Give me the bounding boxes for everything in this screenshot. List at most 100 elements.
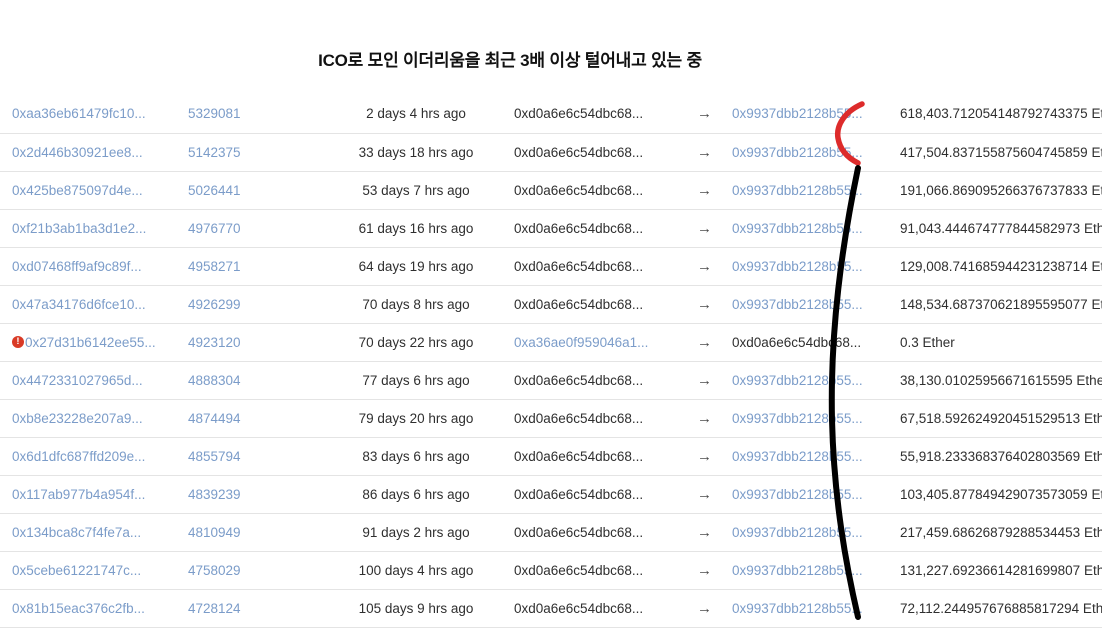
to-address-link[interactable]: 0x9937dbb2128b55... [732, 259, 863, 274]
block-number-link[interactable]: 4888304 [188, 373, 241, 388]
cell-value-ether: 131,227.69236614281699807 Ether [892, 551, 1102, 590]
from-address-text: 0xd0a6e6c54dbc68... [514, 182, 644, 198]
cell-txhash: 0xf21b3ab1ba3d1e2... [0, 209, 188, 248]
cell-to-address: 0x9937dbb2128b55... [732, 513, 892, 552]
cell-age: 70 days 8 hrs ago [318, 285, 514, 324]
arrow-right-icon: → [697, 333, 712, 351]
cell-block: 5329081 [188, 95, 318, 134]
block-number-link[interactable]: 5329081 [188, 106, 241, 121]
txhash-link[interactable]: 0x6d1dfc687ffd209e... [12, 449, 145, 464]
cell-txhash: 0x2d446b30921ee8... [0, 133, 188, 172]
arrow-right-icon: → [697, 485, 712, 503]
block-number-link[interactable]: 5026441 [188, 183, 241, 198]
cell-direction: → [677, 551, 732, 590]
txhash-link[interactable]: 0x4472331027965d... [12, 373, 143, 388]
cell-block: 4855794 [188, 437, 318, 476]
cell-direction: → [677, 133, 732, 172]
from-address-link[interactable]: 0xa36ae0f959046a1... [514, 335, 648, 350]
from-address-text: 0xd0a6e6c54dbc68... [514, 220, 644, 236]
arrow-right-icon: → [697, 523, 712, 541]
txhash-link[interactable]: 0xaa36eb61479fc10... [12, 106, 146, 121]
block-number-link[interactable]: 4958271 [188, 259, 241, 274]
cell-age: 2 days 4 hrs ago [318, 95, 514, 134]
to-address-link[interactable]: 0x9937dbb2128b55... [732, 601, 863, 616]
cell-age: 91 days 2 hrs ago [318, 513, 514, 552]
table-row: 0x6d1dfc687ffd209e... 4855794 83 days 6 hr… [0, 437, 1102, 476]
cell-age: 53 days 7 hrs ago [318, 171, 514, 210]
to-address-link[interactable]: 0x9937dbb2128b55... [732, 106, 863, 121]
table-row: 0x47a34176d6fce10... 4926299 70 days 8 hrs… [0, 285, 1102, 324]
arrow-right-icon: → [697, 181, 712, 199]
block-number-link[interactable]: 4855794 [188, 449, 241, 464]
cell-from-address: 0xd0a6e6c54dbc68... [514, 475, 677, 514]
table-row: 0x4472331027965d... 4888304 77 days 6 hrs … [0, 361, 1102, 400]
cell-direction: → [677, 589, 732, 628]
cell-to-address: 0x9937dbb2128b55... [732, 95, 892, 134]
cell-age: 79 days 20 hrs ago [318, 399, 514, 438]
from-address-text: 0xd0a6e6c54dbc68... [514, 562, 644, 578]
arrow-right-icon: → [697, 561, 712, 579]
txhash-link[interactable]: 0x81b15eac376c2fb... [12, 601, 145, 616]
block-number-link[interactable]: 5142375 [188, 145, 241, 160]
cell-value-ether: 191,066.869095266376737833 Ether [892, 171, 1102, 210]
transactions-table-body: 0xaa36eb61479fc10... 5329081 2 days 4 hrs … [0, 95, 1102, 628]
cell-block: 4810949 [188, 513, 318, 552]
block-number-link[interactable]: 4839239 [188, 487, 241, 502]
from-address-text: 0xd0a6e6c54dbc68... [514, 106, 644, 122]
table-row: 0x425be875097d4e... 5026441 53 days 7 hrs … [0, 171, 1102, 210]
cell-txhash: 0x27d31b6142ee55... [0, 323, 188, 362]
txhash-link[interactable]: 0x117ab977b4a954f... [12, 487, 145, 502]
cell-age: 77 days 6 hrs ago [318, 361, 514, 400]
txhash-link[interactable]: 0x27d31b6142ee55... [25, 335, 156, 350]
cell-to-address: 0x9937dbb2128b55... [732, 209, 892, 248]
cell-from-address: 0xd0a6e6c54dbc68... [514, 361, 677, 400]
cell-txhash: 0x134bca8c7f4fe7a... [0, 513, 188, 552]
arrow-right-icon: → [697, 409, 712, 427]
to-address-link[interactable]: 0x9937dbb2128b55... [732, 373, 863, 388]
txhash-link[interactable]: 0xf21b3ab1ba3d1e2... [12, 221, 146, 236]
cell-direction: → [677, 437, 732, 476]
cell-value-ether: 55,918.233368376402803569 Ether [892, 437, 1102, 476]
block-number-link[interactable]: 4923120 [188, 335, 241, 350]
to-address-link[interactable]: 0x9937dbb2128b55... [732, 525, 863, 540]
table-row: 0x5cebe61221747c... 4758029 100 days 4 hrs… [0, 551, 1102, 590]
to-address-link[interactable]: 0x9937dbb2128b55... [732, 411, 863, 426]
txhash-link[interactable]: 0xb8e23228e207a9... [12, 411, 143, 426]
block-number-link[interactable]: 4976770 [188, 221, 241, 236]
txhash-link[interactable]: 0x425be875097d4e... [12, 183, 143, 198]
cell-to-address: 0x9937dbb2128b55... [732, 551, 892, 590]
cell-to-address: 0x9937dbb2128b55... [732, 475, 892, 514]
block-number-link[interactable]: 4926299 [188, 297, 241, 312]
block-number-link[interactable]: 4758029 [188, 563, 241, 578]
to-address-link[interactable]: 0x9937dbb2128b55... [732, 183, 863, 198]
cell-value-ether: 417,504.837155875604745859 Ether [892, 133, 1102, 172]
cell-txhash: 0x5cebe61221747c... [0, 551, 188, 590]
to-address-link[interactable]: 0x9937dbb2128b55... [732, 145, 863, 160]
cell-value-ether: 129,008.741685944231238714 Ether [892, 247, 1102, 286]
cell-from-address: 0xd0a6e6c54dbc68... [514, 247, 677, 286]
cell-value-ether: 91,043.444674777844582973 Ether [892, 209, 1102, 248]
from-address-text: 0xd0a6e6c54dbc68... [514, 448, 644, 464]
txhash-link[interactable]: 0xd07468ff9af9c89f... [12, 259, 142, 274]
cell-txhash: 0x425be875097d4e... [0, 171, 188, 210]
to-address-link[interactable]: 0x9937dbb2128b55... [732, 487, 863, 502]
to-address-link[interactable]: 0x9937dbb2128b55... [732, 221, 863, 236]
block-number-link[interactable]: 4728124 [188, 601, 241, 616]
to-address-link[interactable]: 0x9937dbb2128b55... [732, 297, 863, 312]
arrow-right-icon: → [697, 105, 712, 123]
cell-block: 5142375 [188, 133, 318, 172]
to-address-link[interactable]: 0x9937dbb2128b55... [732, 449, 863, 464]
to-address-link[interactable]: 0x9937dbb2128b55... [732, 563, 863, 578]
txhash-link[interactable]: 0x47a34176d6fce10... [12, 297, 146, 312]
from-address-text: 0xd0a6e6c54dbc68... [514, 486, 644, 502]
cell-value-ether: 103,405.877849429073573059 Ether [892, 475, 1102, 514]
cell-direction: → [677, 285, 732, 324]
txhash-link[interactable]: 0x134bca8c7f4fe7a... [12, 525, 141, 540]
cell-from-address: 0xd0a6e6c54dbc68... [514, 133, 677, 172]
block-number-link[interactable]: 4874494 [188, 411, 241, 426]
block-number-link[interactable]: 4810949 [188, 525, 241, 540]
txhash-link[interactable]: 0x5cebe61221747c... [12, 563, 141, 578]
cell-from-address: 0xd0a6e6c54dbc68... [514, 285, 677, 324]
txhash-link[interactable]: 0x2d446b30921ee8... [12, 145, 143, 160]
cell-value-ether: 618,403.712054148792743375 Ether [892, 95, 1102, 134]
